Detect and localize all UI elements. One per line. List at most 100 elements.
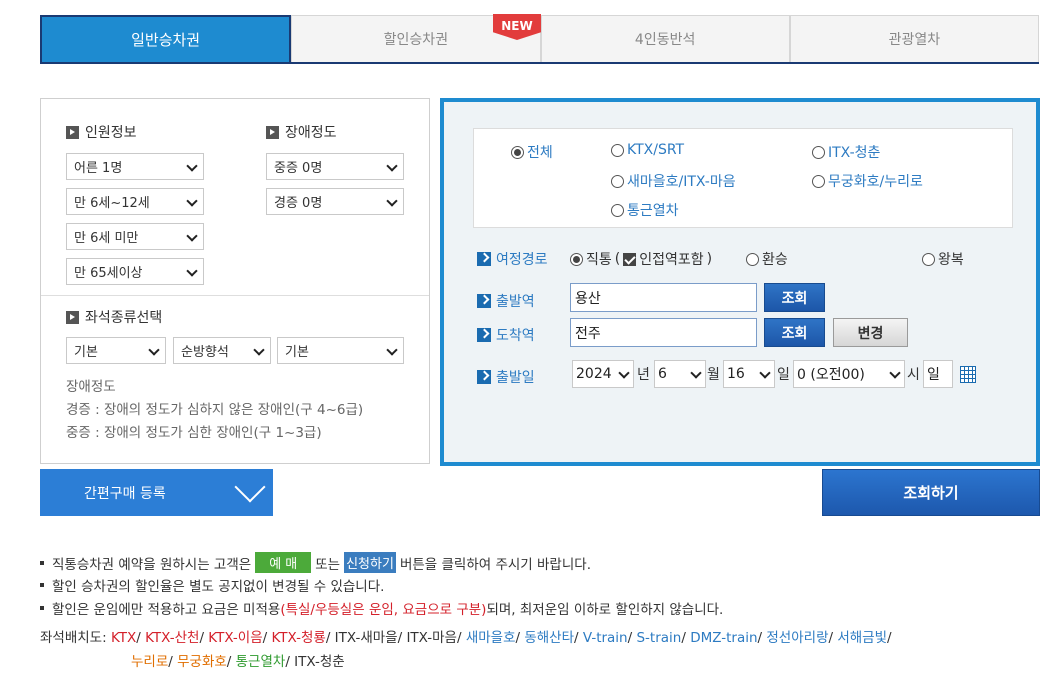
route-roundtrip-option[interactable]: 왕복 (922, 249, 964, 269)
arrow-right-icon (477, 328, 491, 342)
simple-purchase-register-button[interactable]: 간편구매 등록 (40, 469, 273, 516)
chevron-down-icon (387, 197, 397, 207)
seat-class-select[interactable]: 기본 (66, 337, 166, 364)
weekday-display: 일 (923, 360, 953, 388)
severe-disability-value: 중증 0명 (274, 161, 323, 176)
seat-map-link[interactable]: 통근열차 (236, 654, 286, 670)
seat-map-link[interactable]: KTX (111, 630, 136, 646)
day-select[interactable]: 16 (723, 360, 775, 388)
route-label-text: 여정경로 (496, 252, 548, 268)
note3-text-a: 할인은 운임에만 적용하고 요금은 미적용 (52, 602, 281, 618)
chevron-down-icon (187, 232, 197, 242)
seat-map-link[interactable]: ITX-마음 (406, 630, 457, 646)
departure-search-button[interactable]: 조회 (764, 283, 825, 312)
swap-stations-button[interactable]: 변경 (833, 318, 908, 347)
radio-icon (611, 174, 624, 188)
seat-type-heading: 좌석종류선택 (66, 307, 162, 327)
departure-label: 출발역 (477, 291, 535, 311)
arrow-right-icon (477, 370, 491, 384)
train-type-box: 전체 KTX/SRT ITX-청춘 새마을호/ITX-마음 무궁화호/누리로 통… (473, 128, 1013, 228)
note3-text-red: (특실/우등실은 운임, 요금으로 구분) (280, 602, 487, 618)
seat-map-link[interactable]: DMZ-train (690, 630, 757, 646)
arrow-right-icon (66, 310, 79, 324)
seat-map-link[interactable]: 새마을호 (466, 630, 516, 646)
infant-count-select[interactable]: 만 6세 미만 (66, 223, 204, 250)
departure-station-input[interactable]: 용산 (570, 283, 757, 312)
seat-map-links-group-1: KTX/ KTX-산천/ KTX-이음/ KTX-청룡/ ITX-새마을/ IT… (111, 630, 892, 646)
severe-disability-select[interactable]: 중증 0명 (266, 153, 404, 180)
seat-map-link[interactable]: 동해산타 (524, 630, 574, 646)
seat-map-link[interactable]: 누리로 (131, 654, 168, 670)
search-trains-button[interactable]: 조회하기 (822, 469, 1040, 516)
child-count-select[interactable]: 만 6세~12세 (66, 188, 204, 215)
date-label: 출발일 (477, 367, 535, 387)
passenger-heading-label: 인원정보 (85, 125, 137, 141)
seat-type-heading-label: 좌석종류선택 (85, 310, 163, 326)
note2-text: 할인 승차권의 할인율은 별도 공지없이 변경될 수 있습니다. (52, 579, 385, 595)
route-roundtrip-label: 왕복 (938, 252, 964, 268)
seat-class-value: 기본 (74, 345, 98, 360)
separator: / (681, 630, 691, 646)
chevron-down-icon (619, 369, 629, 379)
route-label: 여정경로 (477, 249, 548, 269)
senior-count-value: 만 65세이상 (74, 266, 143, 281)
train-type-mugunghwa[interactable]: 무궁화호/누리로 (812, 171, 923, 191)
chevron-down-icon (760, 369, 770, 379)
train-type-commuter[interactable]: 통근열차 (611, 200, 679, 220)
chevron-down-icon (187, 162, 197, 172)
adjacent-station-checkbox[interactable] (623, 252, 637, 266)
tab-tourist-train[interactable]: 관광열차 (789, 15, 1039, 62)
note-direct-ticket: 직통승차권 예약을 원하시는 고객은 예 매 또는 신청하기 버튼을 클릭하여 … (40, 552, 591, 573)
hour-value: 0 (오전00) (797, 367, 865, 383)
route-direct-option[interactable]: 직통 ( 인접역포함 ) (570, 249, 712, 269)
calendar-icon[interactable] (960, 366, 976, 383)
separator: / (887, 630, 892, 646)
seat-map-link[interactable]: KTX-이음 (208, 630, 262, 646)
paren-close: ) (706, 251, 713, 267)
bullet (40, 606, 44, 610)
radio-icon (746, 252, 759, 266)
chevron-down-icon (149, 346, 159, 356)
radio-icon (812, 174, 825, 188)
simple-purchase-label: 간편구매 등록 (84, 485, 166, 502)
tab-four-person-seat[interactable]: 4인동반석 (540, 15, 790, 62)
train-type-ktx-srt-label: KTX/SRT (627, 142, 685, 158)
route-adjacent-label: 인접역포함 (639, 252, 704, 268)
seat-map-link[interactable]: S-train (636, 630, 681, 646)
train-type-commuter-label: 통근열차 (627, 203, 679, 219)
train-type-ktx-srt[interactable]: KTX/SRT (611, 142, 684, 158)
senior-count-select[interactable]: 만 65세이상 (66, 258, 204, 285)
disability-note-severe: 중증 : 장애의 정도가 심한 장애인(구 1~3급) (66, 425, 322, 441)
adult-count-select[interactable]: 어른 1명 (66, 153, 204, 180)
seat-map-link[interactable]: ITX-새마을 (335, 630, 398, 646)
seat-map-link[interactable]: 서해금빛 (837, 630, 887, 646)
arrow-right-icon (66, 125, 79, 139)
weekday-value: 일 (927, 367, 940, 383)
arrival-station-input[interactable]: 전주 (570, 318, 757, 347)
route-transfer-option[interactable]: 환승 (746, 249, 788, 269)
seat-map-link[interactable]: KTX-산천 (145, 630, 199, 646)
seat-map-link[interactable]: 무궁화호 (177, 654, 227, 670)
seat-direction-select[interactable]: 순방향석 (173, 337, 271, 364)
year-select[interactable]: 2024 (572, 360, 634, 388)
reserve-badge: 예 매 (255, 552, 312, 573)
mild-disability-select[interactable]: 경증 0명 (266, 188, 404, 215)
hour-select[interactable]: 0 (오전00) (793, 360, 905, 388)
separator: / (226, 654, 236, 670)
arrival-search-button[interactable]: 조회 (764, 318, 825, 347)
seat-map-link[interactable]: ITX-청춘 (294, 654, 345, 670)
train-type-all[interactable]: 전체 (511, 142, 553, 162)
tab-general-ticket[interactable]: 일반승차권 (40, 15, 292, 62)
seat-map-link[interactable]: V-train (583, 630, 628, 646)
seat-map-link[interactable]: 정선아리랑 (766, 630, 828, 646)
train-type-saemaeul[interactable]: 새마을호/ITX-마음 (611, 171, 736, 191)
month-select[interactable]: 6 (654, 360, 706, 388)
passenger-panel: 인원정보 장애정도 어른 1명 만 6세~12세 만 6세 미만 만 65세이상… (40, 98, 430, 464)
seat-position-select[interactable]: 기본 (277, 337, 404, 364)
train-type-itx-cheongchun[interactable]: ITX-청춘 (812, 142, 880, 162)
bullet (40, 583, 44, 587)
separator: / (456, 630, 466, 646)
seat-map-link[interactable]: KTX-청룡 (271, 630, 325, 646)
disability-heading: 장애정도 (266, 122, 337, 142)
radio-icon (611, 203, 624, 217)
